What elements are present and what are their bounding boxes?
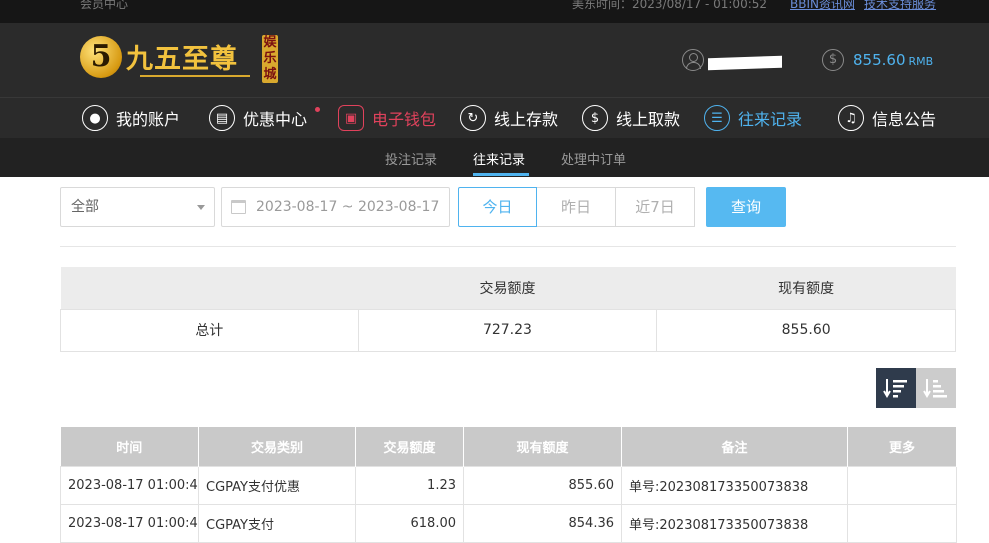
records-icon: ☰ [704,105,730,131]
nav-online-withdraw[interactable]: $ 线上取款 [582,104,680,132]
cell-more[interactable] [847,465,957,505]
yesterday-button[interactable]: 昨日 [537,187,616,227]
summary-total-row: 总计 727.23 855.60 [60,308,956,352]
dollar-icon: $ [822,49,844,71]
site-logo[interactable]: 5 九五至尊 娱乐城 [80,31,280,89]
gift-icon: ▤ [209,105,235,131]
summary-cell: 855.60 [656,308,956,352]
query-button[interactable]: 查询 [706,187,786,227]
user-icon[interactable] [682,49,704,71]
cell-time: 2023-08-17 01:00:44 [60,503,199,543]
logo-emblem: 5 [80,36,122,78]
date-range-picker[interactable]: 2023-08-17 ~ 2023-08-17 [221,187,450,227]
chevron-down-icon [197,205,205,210]
active-tab-indicator [473,173,529,176]
nav-announcements[interactable]: ♫ 信息公告 [838,104,936,132]
notification-dot [315,107,320,112]
nav-label: 线上取款 [616,110,681,129]
nav-online-deposit[interactable]: ↻ 线上存款 [460,104,558,132]
sub-nav: 投注记录 往来记录 处理中订单 [0,138,989,177]
cell-amount: 618.00 [355,503,464,543]
select-value: 全部 [71,199,99,215]
nav-e-wallet[interactable]: ▣ 电子钱包 [338,104,436,132]
member-center-link[interactable]: 会员中心 [80,0,128,12]
tab-bet-records[interactable]: 投注记录 [385,149,437,168]
eastern-time-label: 美东时间：2023/08/17 - 01:00:52 [572,0,768,11]
summary-cell: 727.23 [357,308,658,352]
cell-more[interactable] [847,503,957,543]
logo-ornament [140,75,250,79]
cell-balance: 854.36 [463,503,622,543]
deposit-icon: ↻ [460,105,486,131]
column-header-more: 更多 [847,427,957,466]
top-strip: 会员中心 美东时间：2023/08/17 - 01:00:52 BBIN资讯网 … [0,0,989,23]
site-header: 5 九五至尊 娱乐城 $ 855.60 RMB [0,23,989,97]
user-icon: ● [82,105,108,131]
summary-header-cell: 交易额度 [358,267,657,309]
nav-label: 线上存款 [494,110,559,129]
summary-cell: 总计 [60,308,359,352]
nav-my-account[interactable]: ● 我的账户 [82,104,180,132]
sort-ascending-button[interactable] [916,368,956,408]
nav-transaction-records[interactable]: ☰ 往来记录 [704,104,802,132]
today-button[interactable]: 今日 [458,187,537,227]
nav-label: 优惠中心 [243,110,308,129]
divider [60,246,956,247]
sort-ascending-icon [923,379,947,398]
column-header-time[interactable]: 时间 [60,427,199,466]
account-balance: 855.60 RMB [853,51,933,69]
date-range-value: 2023-08-17 ~ 2023-08-17 [256,199,440,215]
sort-descending-icon [883,379,907,398]
tech-support-link[interactable]: 技术支持服务 [864,0,936,12]
tab-transaction-records[interactable]: 往来记录 [473,149,525,168]
cell-type: CGPAY支付 [198,503,356,543]
bell-icon: ♫ [838,105,864,131]
nav-label: 往来记录 [738,110,803,129]
column-header-remark: 备注 [621,427,848,466]
cell-time: 2023-08-17 01:00:44 [60,465,199,505]
tab-pending-orders[interactable]: 处理中订单 [561,149,626,168]
cell-balance: 855.60 [463,465,622,505]
records-header-row: 时间 交易类别 交易额度 现有额度 备注 更多 [60,427,957,466]
last-7-days-button[interactable]: 近7日 [616,187,695,227]
wallet-icon: ▣ [338,105,364,131]
bbin-news-link[interactable]: BBIN资讯网 [790,0,855,12]
cell-type: CGPAY支付优惠 [198,465,356,505]
withdraw-icon: $ [582,105,608,131]
nav-label: 电子钱包 [372,110,437,129]
column-header-type[interactable]: 交易类别 [198,427,356,466]
balance-amount: 855.60 [853,51,906,69]
nav-label: 信息公告 [872,110,937,129]
logo-text: 九五至尊 [126,44,238,75]
summary-table: 交易额度 现有额度 总计 727.23 855.60 [60,267,956,352]
summary-header-row: 交易额度 现有额度 [60,267,956,309]
cell-remark: 单号:2023081733500738​38 [621,465,848,505]
logo-badge: 娱乐城 [262,35,278,83]
calendar-icon [231,200,246,214]
column-header-amount[interactable]: 交易额度 [355,427,464,466]
transaction-type-select[interactable]: 全部 [60,187,215,227]
records-table: 时间 交易类别 交易额度 现有额度 备注 更多 2023-08-17 01:00… [60,427,957,543]
main-nav: ● 我的账户 ▤ 优惠中心 ▣ 电子钱包 ↻ 线上存款 $ 线上取款 ☰ 往来记… [0,97,989,138]
balance-unit: RMB [908,55,934,68]
column-header-balance[interactable]: 现有额度 [463,427,622,466]
username-redacted [708,55,782,71]
nav-promotions[interactable]: ▤ 优惠中心 [209,104,307,132]
summary-header-cell [60,267,359,309]
table-row: 2023-08-17 01:00:44 CGPAY支付 618.00 854.3… [60,503,957,543]
cell-amount: 1.23 [355,465,464,505]
sort-descending-button[interactable] [876,368,916,408]
nav-label: 我的账户 [116,110,181,129]
cell-remark: 单号:202308173350073838 [621,503,848,543]
table-row: 2023-08-17 01:00:44 CGPAY支付优惠 1.23 855.6… [60,465,957,505]
summary-header-cell: 现有额度 [656,267,956,309]
